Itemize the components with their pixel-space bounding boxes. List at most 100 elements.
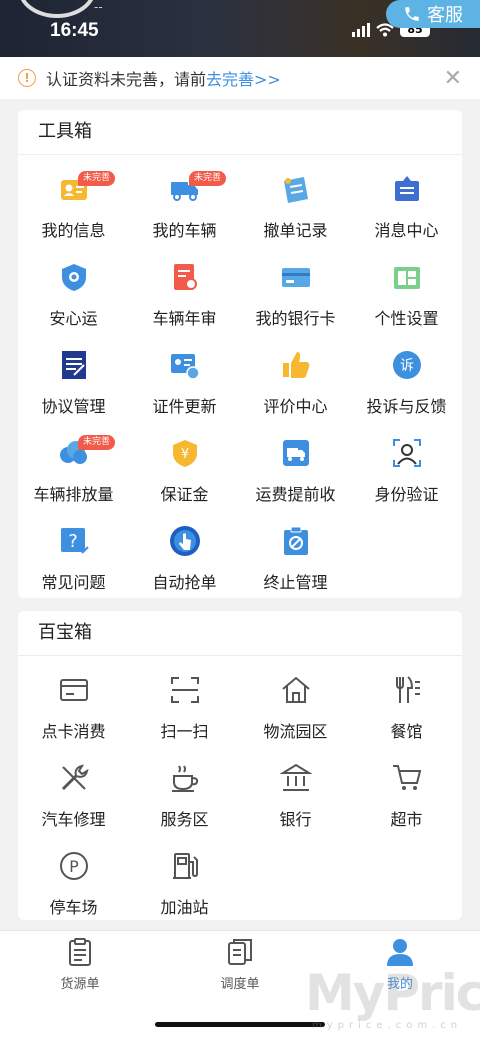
toolbox-item-face-verify[interactable]: 身份验证	[351, 425, 462, 513]
svg-text:?: ?	[68, 531, 78, 552]
toolbox-title: 工具箱	[18, 110, 462, 155]
close-icon[interactable]: ✕	[444, 66, 462, 91]
toolbox-item-id-update[interactable]: 证件更新	[129, 337, 240, 425]
treasure-item-coffee[interactable]: 服务区	[129, 750, 240, 838]
complaint-icon: 诉	[391, 349, 423, 381]
toolbox-item-label: 终止管理	[263, 573, 328, 592]
toolbox-item-terminate[interactable]: 终止管理	[240, 513, 351, 601]
agreement-icon	[58, 349, 90, 381]
status-time: 16:45	[50, 20, 99, 41]
toolbox-item-auto-grab[interactable]: 自动抢单	[129, 513, 240, 601]
toolbox-item-freight-advance[interactable]: 运费提前收	[240, 425, 351, 513]
toolbox-item-thumbs-up[interactable]: 评价中心	[240, 337, 351, 425]
toolbox-item-label: 身份验证	[374, 485, 439, 504]
thumbs-up-icon	[280, 349, 312, 381]
inspection-icon	[169, 261, 201, 293]
tab-dispatch-orders[interactable]: 调度单	[185, 937, 295, 992]
toolbox-item-label: 我的信息	[41, 221, 106, 240]
scan-icon	[169, 674, 201, 706]
complete-profile-link[interactable]: 去完善>>	[206, 66, 281, 90]
treasure-grid: 点卡消费 扫一扫 物流园区 餐馆汽车修理 服务区 银行 超市 P 停车场 加油站	[18, 656, 462, 926]
svg-text:¥: ¥	[180, 447, 188, 462]
treasure-item-cart[interactable]: 超市	[351, 750, 462, 838]
svg-text:诉: 诉	[400, 358, 414, 374]
warning-icon: !	[18, 69, 36, 87]
toolbox-item-label: 个性设置	[374, 309, 439, 328]
cancel-record-icon	[280, 173, 312, 205]
treasure-card: 百宝箱 点卡消费 扫一扫 物流园区 餐馆 汽车修理 服务区 银行 超市 P 停车场 加油站	[18, 611, 462, 920]
certification-notice: ! 认证资料未完善，请前 去完善>> ✕	[0, 57, 480, 99]
treasure-item-label: 扫一扫	[160, 722, 209, 741]
toolbox-item-profile-card[interactable]: 我的信息 未完善	[18, 161, 129, 249]
treasure-item-card[interactable]: 点卡消费	[18, 662, 129, 750]
treasure-item-bank[interactable]: 银行	[240, 750, 351, 838]
repair-icon	[58, 762, 90, 794]
toolbox-item-emission[interactable]: 车辆排放量 未完善	[18, 425, 129, 513]
treasure-item-label: 餐馆	[390, 722, 423, 741]
profile-header: -- 16:45 85 客服	[0, 0, 480, 57]
deposit-icon: ¥	[169, 437, 201, 469]
id-update-icon	[169, 349, 201, 381]
toolbox-item-cancel-record[interactable]: 撤单记录	[240, 161, 351, 249]
customer-service-button[interactable]: 客服	[386, 0, 480, 28]
incomplete-badge: 未完善	[189, 171, 227, 186]
faq-icon: ?	[58, 525, 90, 557]
bank-card-icon	[280, 261, 312, 293]
treasure-item-scan[interactable]: 扫一扫	[129, 662, 240, 750]
toolbox-item-deposit[interactable]: ¥ 保证金	[129, 425, 240, 513]
freight-advance-icon	[280, 437, 312, 469]
home-indicator[interactable]	[155, 1022, 325, 1027]
toolbox-item-agreement[interactable]: 协议管理	[18, 337, 129, 425]
treasure-item-label: 点卡消费	[41, 722, 106, 741]
toolbox-item-shield[interactable]: 安心运	[18, 249, 129, 337]
card-icon	[58, 674, 90, 706]
terminate-icon	[280, 525, 312, 557]
treasure-item-repair[interactable]: 汽车修理	[18, 750, 129, 838]
treasure-item-label: 汽车修理	[41, 810, 106, 829]
toolbox-item-label: 安心运	[49, 309, 98, 328]
toolbox-item-truck[interactable]: 我的车辆 未完善	[129, 161, 240, 249]
svg-text:P: P	[69, 857, 79, 876]
toolbox-item-label: 我的银行卡	[255, 309, 336, 328]
clipboard-icon	[69, 938, 91, 966]
toolbox-item-label: 撤单记录	[263, 221, 328, 240]
toolbox-item-message[interactable]: 消息中心	[351, 161, 462, 249]
treasure-item-label: 服务区	[160, 810, 209, 829]
toolbox-grid: 我的信息 未完善我的车辆 未完善撤单记录 消息中心安心运 车辆年审 我的银行卡 个性设置协议…	[18, 155, 462, 601]
coffee-icon	[169, 762, 201, 794]
treasure-item-home[interactable]: 物流园区	[240, 662, 351, 750]
toolbox-item-faq[interactable]: ? 常见问题	[18, 513, 129, 601]
treasure-item-label: 加油站	[160, 898, 209, 917]
toolbox-item-label: 评价中心	[263, 397, 328, 416]
toolbox-item-label: 车辆年审	[152, 309, 217, 328]
incomplete-badge: 未完善	[78, 171, 116, 186]
treasure-item-restaurant[interactable]: 餐馆	[351, 662, 462, 750]
treasure-item-label: 超市	[390, 810, 423, 829]
toolbox-item-label: 投诉与反馈	[366, 397, 447, 416]
toolbox-item-label: 证件更新	[152, 397, 217, 416]
tab-source-orders[interactable]: 货源单	[25, 937, 135, 992]
notice-text: 认证资料未完善，请前	[46, 70, 207, 89]
phone-icon	[405, 7, 419, 21]
settings-icon	[391, 261, 423, 293]
face-verify-icon	[391, 437, 423, 469]
toolbox-card: 工具箱 我的信息 未完善我的车辆 未完善撤单记录 消息中心安心运 车辆年审 我的银行卡 个性…	[18, 110, 462, 598]
treasure-item-gas-station[interactable]: 加油站	[129, 838, 240, 926]
toolbox-item-complaint[interactable]: 诉投诉与反馈	[351, 337, 462, 425]
avatar[interactable]	[18, 0, 96, 18]
toolbox-item-bank-card[interactable]: 我的银行卡	[240, 249, 351, 337]
cart-icon	[391, 762, 423, 794]
toolbox-item-label: 运费提前收	[255, 485, 336, 504]
treasure-item-parking[interactable]: P 停车场	[18, 838, 129, 926]
treasure-item-label: 银行	[279, 810, 312, 829]
message-icon	[391, 173, 423, 205]
toolbox-item-inspection[interactable]: 车辆年审	[129, 249, 240, 337]
treasure-title: 百宝箱	[18, 611, 462, 656]
toolbox-item-label: 保证金	[160, 485, 209, 504]
parking-icon: P	[58, 850, 90, 882]
toolbox-item-label: 车辆排放量	[33, 485, 114, 504]
tab-label: 调度单	[220, 977, 260, 992]
toolbox-item-settings[interactable]: 个性设置	[351, 249, 462, 337]
documents-icon	[228, 939, 252, 965]
toolbox-item-label: 我的车辆	[152, 221, 217, 240]
